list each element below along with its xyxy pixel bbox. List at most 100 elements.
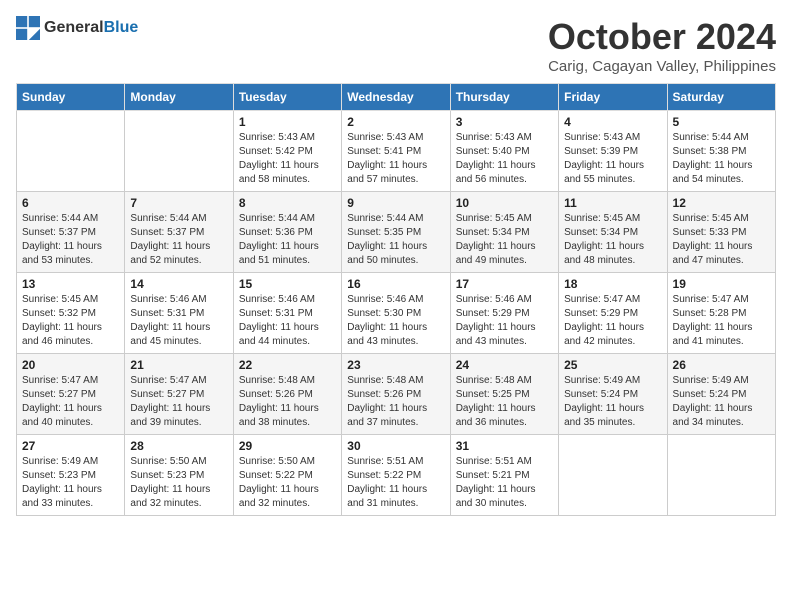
calendar-cell: 2 Sunrise: 5:43 AMSunset: 5:41 PMDaylight…	[342, 111, 450, 192]
day-info: Sunrise: 5:43 AMSunset: 5:40 PMDaylight:…	[456, 131, 553, 187]
day-number: 1	[239, 115, 336, 129]
calendar-cell: 30 Sunrise: 5:51 AMSunset: 5:22 PMDayligh…	[342, 435, 450, 516]
calendar-cell: 22 Sunrise: 5:48 AMSunset: 5:26 PMDayligh…	[233, 354, 341, 435]
calendar-cell: 6 Sunrise: 5:44 AMSunset: 5:37 PMDaylight…	[17, 192, 125, 273]
week-row-3: 20 Sunrise: 5:47 AMSunset: 5:27 PMDayligh…	[17, 354, 776, 435]
day-number: 14	[130, 277, 227, 291]
week-row-1: 6 Sunrise: 5:44 AMSunset: 5:37 PMDaylight…	[17, 192, 776, 273]
day-info: Sunrise: 5:46 AMSunset: 5:31 PMDaylight:…	[239, 293, 336, 349]
title-area: October 2024 Carig, Cagayan Valley, Phil…	[548, 16, 776, 75]
calendar-cell: 7 Sunrise: 5:44 AMSunset: 5:37 PMDaylight…	[125, 192, 233, 273]
calendar-cell: 25 Sunrise: 5:49 AMSunset: 5:24 PMDayligh…	[559, 354, 667, 435]
calendar-cell: 10 Sunrise: 5:45 AMSunset: 5:34 PMDayligh…	[450, 192, 558, 273]
day-number: 13	[22, 277, 119, 291]
week-row-4: 27Sunrise: 5:49 AMSunset: 5:23 PMDayligh…	[17, 435, 776, 516]
day-number: 7	[130, 196, 227, 210]
calendar-cell: 13 Sunrise: 5:45 AMSunset: 5:32 PMDayligh…	[17, 273, 125, 354]
day-number: 29	[239, 439, 336, 453]
day-info: Sunrise: 5:48 AMSunset: 5:26 PMDaylight:…	[239, 374, 336, 430]
calendar-cell: 1 Sunrise: 5:43 AMSunset: 5:42 PMDaylight…	[233, 111, 341, 192]
day-info: Sunrise: 5:46 AMSunset: 5:29 PMDaylight:…	[456, 293, 553, 349]
weekday-header-sunday: Sunday	[17, 84, 125, 111]
weekday-header-thursday: Thursday	[450, 84, 558, 111]
calendar-cell	[17, 111, 125, 192]
day-info: Sunrise: 5:45 AMSunset: 5:32 PMDaylight:…	[22, 293, 119, 349]
day-info: Sunrise: 5:51 AMSunset: 5:21 PMDaylight:…	[456, 455, 553, 511]
logo: GeneralBlue	[16, 16, 138, 40]
day-number: 25	[564, 358, 661, 372]
calendar-cell: 4 Sunrise: 5:43 AMSunset: 5:39 PMDaylight…	[559, 111, 667, 192]
calendar-cell: 14 Sunrise: 5:46 AMSunset: 5:31 PMDayligh…	[125, 273, 233, 354]
calendar-cell: 3 Sunrise: 5:43 AMSunset: 5:40 PMDaylight…	[450, 111, 558, 192]
day-number: 3	[456, 115, 553, 129]
day-info: Sunrise: 5:45 AMSunset: 5:34 PMDaylight:…	[456, 212, 553, 268]
day-number: 12	[673, 196, 770, 210]
day-info: Sunrise: 5:43 AMSunset: 5:41 PMDaylight:…	[347, 131, 444, 187]
day-info: Sunrise: 5:47 AMSunset: 5:27 PMDaylight:…	[130, 374, 227, 430]
day-info: Sunrise: 5:48 AMSunset: 5:26 PMDaylight:…	[347, 374, 444, 430]
day-number: 5	[673, 115, 770, 129]
day-number: 15	[239, 277, 336, 291]
day-number: 2	[347, 115, 444, 129]
day-number: 28	[130, 439, 227, 453]
day-number: 22	[239, 358, 336, 372]
day-info: Sunrise: 5:43 AMSunset: 5:39 PMDaylight:…	[564, 131, 661, 187]
day-info: Sunrise: 5:47 AMSunset: 5:28 PMDaylight:…	[673, 293, 770, 349]
day-info: Sunrise: 5:44 AMSunset: 5:37 PMDaylight:…	[130, 212, 227, 268]
day-number: 11	[564, 196, 661, 210]
weekday-header-row: SundayMondayTuesdayWednesdayThursdayFrid…	[17, 84, 776, 111]
day-number: 26	[673, 358, 770, 372]
calendar-cell: 29 Sunrise: 5:50 AMSunset: 5:22 PMDayligh…	[233, 435, 341, 516]
day-info: Sunrise: 5:44 AMSunset: 5:37 PMDaylight:…	[22, 212, 119, 268]
calendar-cell: 28 Sunrise: 5:50 AMSunset: 5:23 PMDayligh…	[125, 435, 233, 516]
day-info: Sunrise: 5:48 AMSunset: 5:25 PMDaylight:…	[456, 374, 553, 430]
day-number: 31	[456, 439, 553, 453]
day-info: Sunrise: 5:46 AMSunset: 5:31 PMDaylight:…	[130, 293, 227, 349]
day-info: Sunrise: 5:49 AMSunset: 5:24 PMDaylight:…	[564, 374, 661, 430]
weekday-header-tuesday: Tuesday	[233, 84, 341, 111]
day-number: 18	[564, 277, 661, 291]
day-number: 30	[347, 439, 444, 453]
day-number: 24	[456, 358, 553, 372]
day-number: 4	[564, 115, 661, 129]
calendar-cell: 19 Sunrise: 5:47 AMSunset: 5:28 PMDayligh…	[667, 273, 775, 354]
day-number: 23	[347, 358, 444, 372]
week-row-2: 13 Sunrise: 5:45 AMSunset: 5:32 PMDayligh…	[17, 273, 776, 354]
day-info: Sunrise: 5:51 AMSunset: 5:22 PMDaylight:…	[347, 455, 444, 511]
calendar-cell: 20Sunrise: 5:47 AMSunset: 5:27 PMDayligh…	[17, 354, 125, 435]
day-info: Sunrise: 5:49 AMSunset: 5:24 PMDaylight:…	[673, 374, 770, 430]
day-info: Sunrise: 5:45 AMSunset: 5:33 PMDaylight:…	[673, 212, 770, 268]
day-info: Sunrise: 5:50 AMSunset: 5:22 PMDaylight:…	[239, 455, 336, 511]
day-number: 9	[347, 196, 444, 210]
day-number: 20	[22, 358, 119, 372]
day-number: 10	[456, 196, 553, 210]
calendar-cell	[667, 435, 775, 516]
calendar-cell: 26 Sunrise: 5:49 AMSunset: 5:24 PMDayligh…	[667, 354, 775, 435]
calendar-cell: 12 Sunrise: 5:45 AMSunset: 5:33 PMDayligh…	[667, 192, 775, 273]
logo-icon	[16, 16, 40, 40]
header: GeneralBlue October 2024 Carig, Cagayan …	[16, 16, 776, 75]
day-info: Sunrise: 5:44 AMSunset: 5:38 PMDaylight:…	[673, 131, 770, 187]
day-info: Sunrise: 5:43 AMSunset: 5:42 PMDaylight:…	[239, 131, 336, 187]
day-info: Sunrise: 5:44 AMSunset: 5:35 PMDaylight:…	[347, 212, 444, 268]
day-number: 17	[456, 277, 553, 291]
calendar-cell	[125, 111, 233, 192]
day-info: Sunrise: 5:49 AMSunset: 5:23 PMDaylight:…	[22, 455, 119, 511]
calendar-cell: 17 Sunrise: 5:46 AMSunset: 5:29 PMDayligh…	[450, 273, 558, 354]
calendar-cell: 11 Sunrise: 5:45 AMSunset: 5:34 PMDayligh…	[559, 192, 667, 273]
day-number: 6	[22, 196, 119, 210]
calendar-cell: 27Sunrise: 5:49 AMSunset: 5:23 PMDayligh…	[17, 435, 125, 516]
calendar-cell: 15 Sunrise: 5:46 AMSunset: 5:31 PMDayligh…	[233, 273, 341, 354]
calendar-cell: 31 Sunrise: 5:51 AMSunset: 5:21 PMDayligh…	[450, 435, 558, 516]
day-number: 19	[673, 277, 770, 291]
month-title: October 2024	[548, 16, 776, 58]
calendar-cell: 5 Sunrise: 5:44 AMSunset: 5:38 PMDaylight…	[667, 111, 775, 192]
calendar-cell: 16Sunrise: 5:46 AMSunset: 5:30 PMDayligh…	[342, 273, 450, 354]
day-info: Sunrise: 5:45 AMSunset: 5:34 PMDaylight:…	[564, 212, 661, 268]
calendar: SundayMondayTuesdayWednesdayThursdayFrid…	[16, 83, 776, 516]
day-info: Sunrise: 5:44 AMSunset: 5:36 PMDaylight:…	[239, 212, 336, 268]
weekday-header-friday: Friday	[559, 84, 667, 111]
calendar-cell: 18Sunrise: 5:47 AMSunset: 5:29 PMDayligh…	[559, 273, 667, 354]
day-info: Sunrise: 5:50 AMSunset: 5:23 PMDaylight:…	[130, 455, 227, 511]
logo-blue-text: Blue	[104, 19, 139, 36]
